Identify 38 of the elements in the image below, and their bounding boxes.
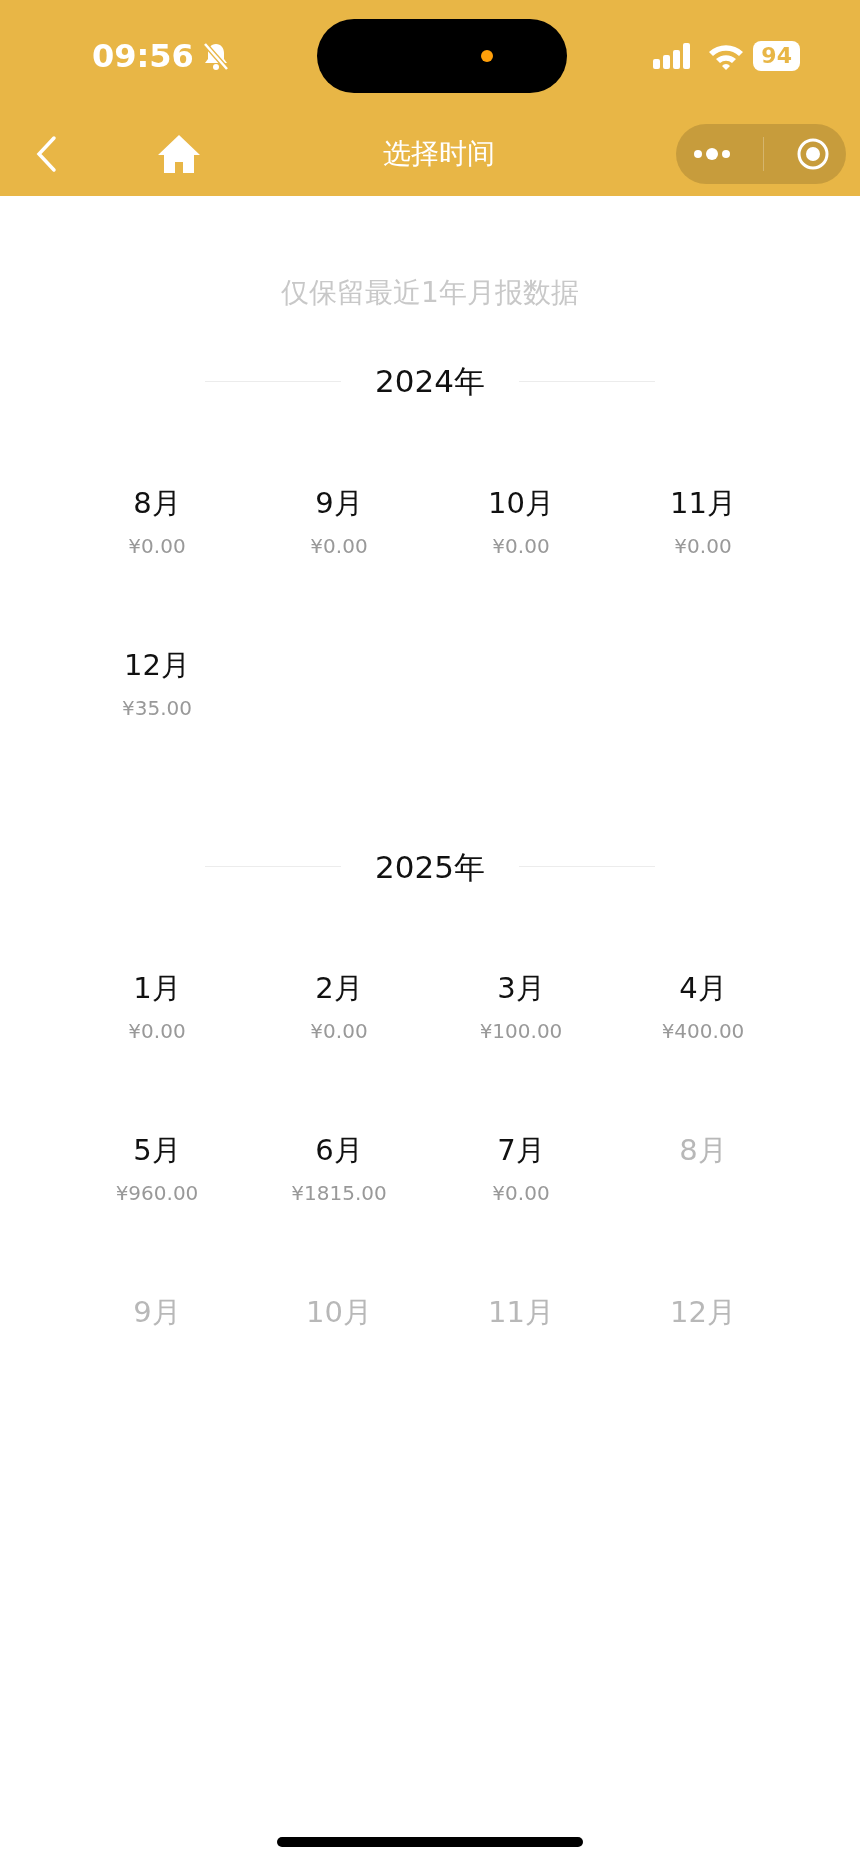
home-icon[interactable] — [156, 133, 202, 175]
month-amount: ¥0.00 — [128, 532, 186, 560]
month-option[interactable]: 6月 — [315, 1130, 363, 1170]
month-option: 12月 — [670, 1292, 736, 1332]
month-option: 8月 — [679, 1130, 727, 1170]
month-option: 10月 — [306, 1292, 372, 1332]
month-option[interactable]: 2月 — [315, 968, 363, 1008]
month-option: 9月 — [133, 1292, 181, 1332]
year-heading: 2025年 — [375, 847, 485, 887]
month-option[interactable]: 10月 — [488, 482, 554, 523]
month-amount: ¥0.00 — [128, 1018, 186, 1045]
month-option[interactable]: 4月 — [679, 968, 727, 1008]
month-amount: ¥100.00 — [479, 1018, 563, 1045]
month-option[interactable]: 3月 — [497, 968, 545, 1008]
month-option[interactable]: 11月 — [670, 482, 736, 523]
month-amount: ¥400.00 — [661, 1018, 745, 1045]
more-icon[interactable] — [691, 147, 732, 161]
battery-level: 94 — [753, 41, 800, 71]
month-option[interactable]: 1月 — [133, 968, 181, 1008]
month-option[interactable]: 12月 — [124, 644, 190, 685]
month-option[interactable]: 8月 — [133, 482, 181, 523]
year-heading: 2024年 — [375, 362, 485, 401]
month-amount: ¥0.00 — [310, 532, 368, 560]
status-time: 09:56 — [92, 36, 194, 77]
month-option[interactable]: 5月 — [133, 1130, 181, 1170]
month-option[interactable]: 7月 — [497, 1130, 545, 1170]
month-amount: ¥1815.00 — [291, 1180, 387, 1207]
month-amount: ¥0.00 — [674, 532, 732, 560]
month-amount: ¥0.00 — [492, 532, 550, 560]
capsule-menu[interactable] — [676, 124, 846, 184]
page-title: 选择时间 — [383, 137, 495, 170]
bell-muted-icon — [201, 41, 230, 71]
month-amount: ¥35.00 — [122, 694, 192, 722]
month-amount: ¥960.00 — [115, 1180, 199, 1207]
month-option: 11月 — [488, 1292, 554, 1332]
month-amount: ¥0.00 — [310, 1018, 368, 1045]
month-option[interactable]: 9月 — [315, 482, 363, 523]
month-amount: ¥0.00 — [492, 1180, 550, 1207]
